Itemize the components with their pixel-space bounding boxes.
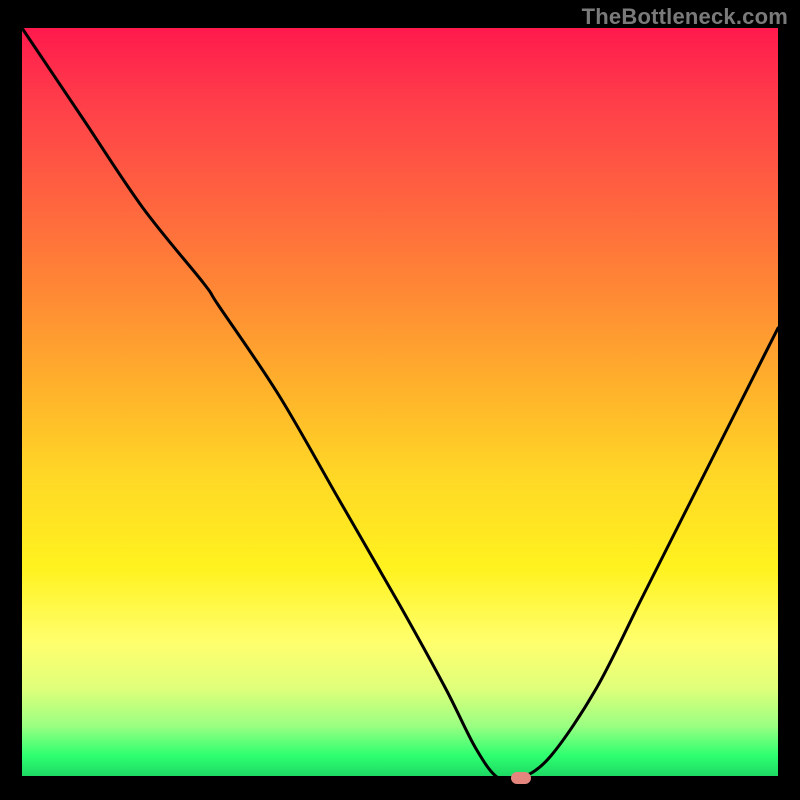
chart-frame: TheBottleneck.com [0,0,800,800]
bottleneck-curve [22,28,778,778]
watermark-text: TheBottleneck.com [582,4,788,30]
plot-area [22,28,778,778]
optimal-marker [511,772,531,784]
